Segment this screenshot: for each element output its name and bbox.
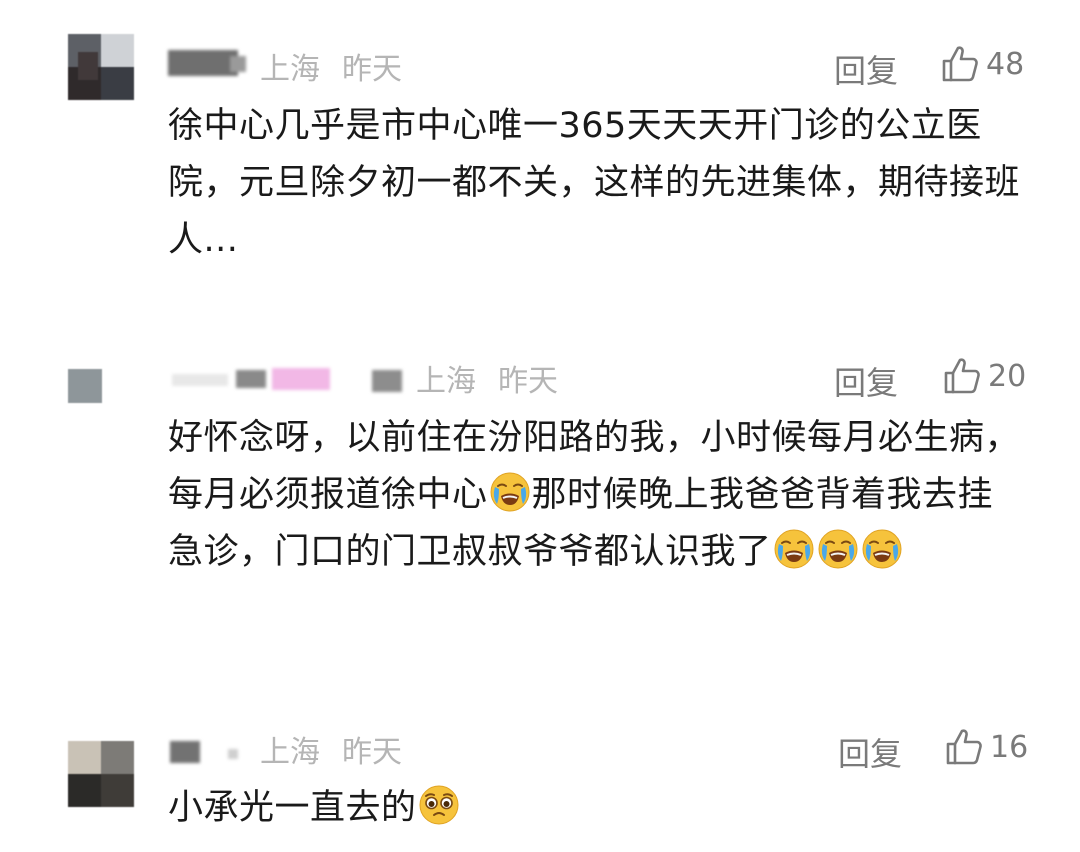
comment-meta: 上海 昨天	[168, 729, 402, 770]
reply-button[interactable]: 回复	[838, 729, 902, 775]
avatar[interactable]	[68, 741, 134, 807]
pleading-face-icon	[418, 784, 460, 826]
comment-text-part: 小承光一直去的	[168, 788, 417, 828]
location-label: 上海	[260, 735, 320, 770]
comment-item: 上海 昨天 回复 16 小承光一直去的	[0, 0, 1080, 852]
comment-text: 小承光一直去的	[168, 780, 1028, 837]
like-button[interactable]: 16	[944, 727, 1028, 767]
like-count: 16	[990, 729, 1029, 765]
username-redacted[interactable]	[168, 729, 260, 769]
thumbs-up-icon	[944, 727, 984, 767]
timestamp: 昨天	[342, 735, 402, 770]
